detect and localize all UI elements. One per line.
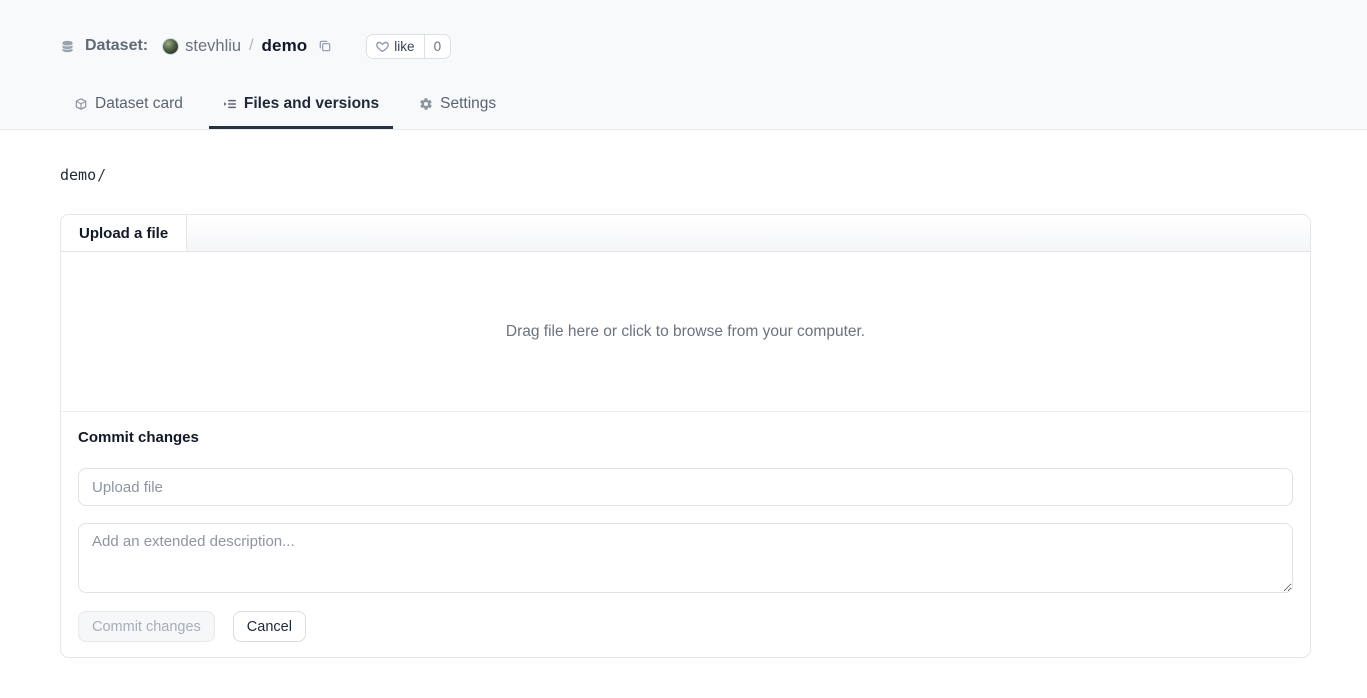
tab-upload-a-file[interactable]: Upload a file bbox=[61, 215, 187, 251]
tab-label: Dataset card bbox=[95, 95, 183, 113]
commit-button-row: Commit changes Cancel bbox=[78, 611, 1293, 642]
breadcrumb: demo/ bbox=[60, 166, 1311, 184]
file-dropzone[interactable]: Drag file here or click to browse from y… bbox=[61, 252, 1310, 412]
heart-icon bbox=[376, 40, 389, 53]
gear-icon bbox=[419, 97, 433, 111]
files-versions-icon bbox=[223, 97, 237, 111]
upload-card: Upload a file Drag file here or click to… bbox=[60, 214, 1311, 658]
copy-icon[interactable] bbox=[318, 39, 332, 53]
commit-description-textarea[interactable] bbox=[78, 523, 1293, 593]
repo-name-link[interactable]: demo bbox=[262, 36, 308, 56]
like-count[interactable]: 0 bbox=[424, 35, 451, 58]
dataset-card-icon bbox=[74, 97, 88, 111]
main-content: demo/ Upload a file Drag file here or cl… bbox=[0, 130, 1367, 658]
like-button[interactable]: like bbox=[367, 35, 423, 58]
repo-title-row: Dataset: stevhliu / demo like 0 bbox=[60, 33, 1311, 59]
commit-section: Commit changes Commit changes Cancel bbox=[61, 412, 1310, 657]
page-header: Dataset: stevhliu / demo like 0 bbox=[0, 0, 1367, 130]
tab-settings[interactable]: Settings bbox=[405, 85, 510, 129]
commit-changes-button[interactable]: Commit changes bbox=[78, 611, 215, 642]
like-label: like bbox=[394, 39, 414, 54]
tab-label: Files and versions bbox=[244, 95, 379, 113]
repo-tabs: Dataset card Files and versions Settings bbox=[60, 85, 1311, 129]
repo-separator: / bbox=[247, 37, 255, 55]
author-avatar[interactable] bbox=[162, 38, 179, 55]
commit-title-input[interactable] bbox=[78, 468, 1293, 506]
author-link[interactable]: stevhliu bbox=[185, 37, 241, 56]
dataset-icon bbox=[60, 39, 75, 54]
breadcrumb-slash: / bbox=[96, 166, 106, 184]
tab-label: Settings bbox=[440, 95, 496, 113]
commit-heading: Commit changes bbox=[78, 429, 1293, 446]
like-widget: like 0 bbox=[366, 34, 451, 59]
tab-files-and-versions[interactable]: Files and versions bbox=[209, 85, 393, 129]
cancel-button[interactable]: Cancel bbox=[233, 611, 306, 642]
breadcrumb-path[interactable]: demo bbox=[60, 166, 96, 184]
upload-card-tabstrip: Upload a file bbox=[61, 215, 1310, 252]
dropzone-text: Drag file here or click to browse from y… bbox=[506, 323, 865, 341]
entity-type-label: Dataset: bbox=[85, 37, 148, 55]
tab-dataset-card[interactable]: Dataset card bbox=[60, 85, 197, 129]
